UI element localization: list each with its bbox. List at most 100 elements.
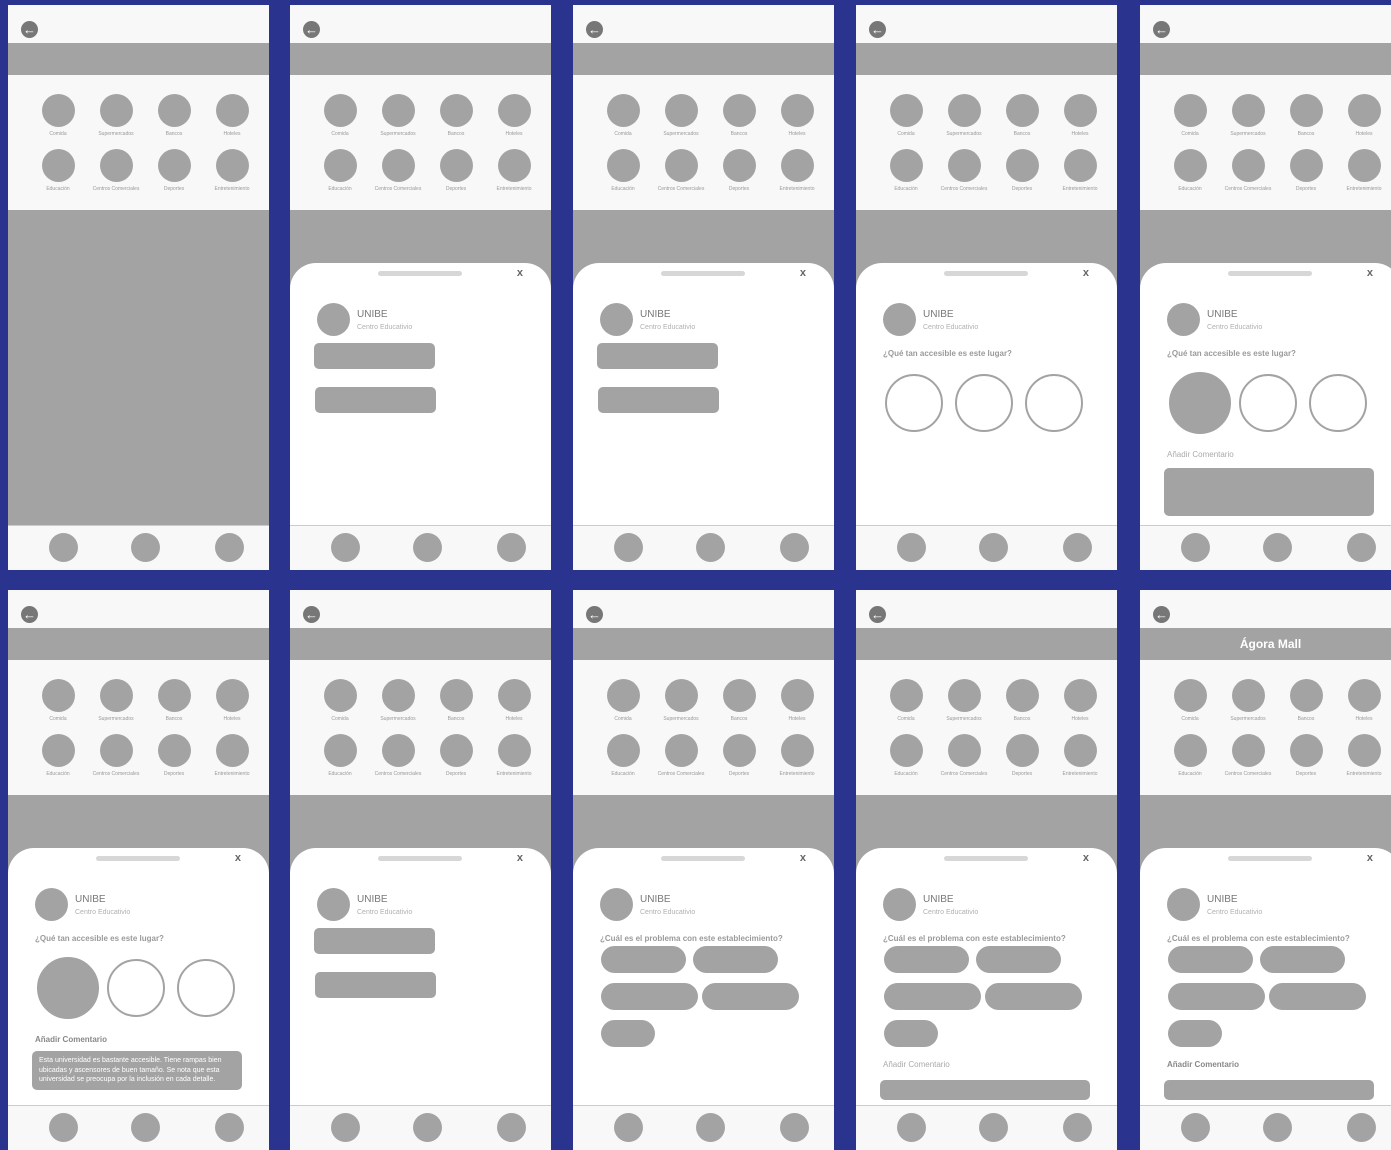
category-item[interactable]: Educación [311,149,369,192]
nav-button[interactable] [780,1113,809,1142]
nav-button[interactable] [614,533,643,562]
problem-option[interactable] [1269,983,1366,1010]
rating-option[interactable] [1239,374,1297,432]
category-item[interactable]: Bancos [710,94,768,137]
nav-button[interactable] [1347,533,1376,562]
problem-option[interactable] [601,983,698,1010]
category-item[interactable]: Supermercados [87,94,145,137]
close-icon[interactable]: x [1083,852,1089,864]
option-button[interactable] [598,387,719,413]
category-item[interactable]: Entretenimiento [768,734,826,777]
problem-option[interactable] [884,1020,938,1047]
category-item[interactable]: Comida [877,679,935,722]
category-item[interactable]: Comida [594,679,652,722]
category-item[interactable]: Centros Comerciales [652,149,710,192]
close-icon[interactable]: x [800,852,806,864]
nav-button[interactable] [1063,1113,1092,1142]
problem-option[interactable] [601,1020,655,1047]
category-item[interactable]: Hoteles [1335,679,1391,722]
category-item[interactable]: Deportes [145,149,203,192]
close-icon[interactable]: x [517,267,523,279]
category-item[interactable]: Hoteles [1051,94,1109,137]
nav-button[interactable] [979,533,1008,562]
comment-input[interactable] [880,1080,1090,1100]
category-item[interactable]: Comida [877,94,935,137]
category-item[interactable]: Comida [1161,94,1219,137]
back-arrow-icon[interactable]: ← [21,21,38,38]
category-item[interactable]: Comida [29,679,87,722]
rating-option[interactable] [37,957,99,1019]
category-item[interactable]: Centros Comerciales [935,149,993,192]
category-item[interactable]: Centros Comerciales [369,149,427,192]
category-item[interactable]: Comida [29,94,87,137]
category-item[interactable]: Supermercados [935,679,993,722]
back-arrow-icon[interactable]: ← [303,21,320,38]
problem-option[interactable] [976,946,1061,973]
category-item[interactable]: Hoteles [1335,94,1391,137]
back-arrow-icon[interactable]: ← [1153,21,1170,38]
rating-option[interactable] [885,374,943,432]
nav-button[interactable] [215,1113,244,1142]
category-item[interactable]: Deportes [427,734,485,777]
category-item[interactable]: Deportes [710,734,768,777]
category-item[interactable]: Deportes [710,149,768,192]
back-arrow-icon[interactable]: ← [869,21,886,38]
option-button[interactable] [314,928,435,954]
rating-option[interactable] [177,959,235,1017]
nav-button[interactable] [1263,533,1292,562]
category-item[interactable]: Hoteles [203,94,261,137]
nav-button[interactable] [131,533,160,562]
category-item[interactable]: Entretenimiento [485,734,543,777]
nav-button[interactable] [696,1113,725,1142]
category-item[interactable]: Educación [29,734,87,777]
category-item[interactable]: Deportes [145,734,203,777]
category-item[interactable]: Entretenimiento [1335,734,1391,777]
nav-button[interactable] [1063,533,1092,562]
drag-handle[interactable] [378,271,462,276]
nav-button[interactable] [131,1113,160,1142]
problem-option[interactable] [1168,946,1253,973]
drag-handle[interactable] [661,856,745,861]
category-item[interactable]: Centros Comerciales [87,149,145,192]
category-item[interactable]: Educación [1161,734,1219,777]
map-area[interactable] [8,210,269,526]
drag-handle[interactable] [661,271,745,276]
comment-input[interactable] [1164,1080,1374,1100]
category-item[interactable]: Centros Comerciales [652,734,710,777]
nav-button[interactable] [614,1113,643,1142]
close-icon[interactable]: x [800,267,806,279]
nav-button[interactable] [497,533,526,562]
category-item[interactable]: Centros Comerciales [1219,149,1277,192]
problem-option[interactable] [884,946,969,973]
rating-option[interactable] [1309,374,1367,432]
comment-input[interactable] [1164,468,1374,516]
option-button[interactable] [315,387,436,413]
nav-button[interactable] [413,1113,442,1142]
option-button[interactable] [314,343,435,369]
nav-button[interactable] [979,1113,1008,1142]
nav-button[interactable] [413,533,442,562]
drag-handle[interactable] [1228,271,1312,276]
category-item[interactable]: Bancos [710,679,768,722]
category-item[interactable]: Centros Comerciales [87,734,145,777]
rating-option[interactable] [955,374,1013,432]
nav-button[interactable] [331,1113,360,1142]
drag-handle[interactable] [378,856,462,861]
category-item[interactable]: Hoteles [768,679,826,722]
category-item[interactable]: Bancos [145,94,203,137]
close-icon[interactable]: x [1367,267,1373,279]
category-item[interactable]: Supermercados [652,679,710,722]
category-item[interactable]: Hoteles [768,94,826,137]
category-item[interactable]: Supermercados [1219,679,1277,722]
category-item[interactable]: Entretenimiento [485,149,543,192]
close-icon[interactable]: x [1367,852,1373,864]
nav-button[interactable] [1347,1113,1376,1142]
category-item[interactable]: Deportes [993,734,1051,777]
close-icon[interactable]: x [517,852,523,864]
category-item[interactable]: Supermercados [87,679,145,722]
problem-option[interactable] [601,946,686,973]
category-item[interactable]: Deportes [1277,149,1335,192]
back-arrow-icon[interactable]: ← [303,606,320,623]
drag-handle[interactable] [96,856,180,861]
problem-option[interactable] [985,983,1082,1010]
